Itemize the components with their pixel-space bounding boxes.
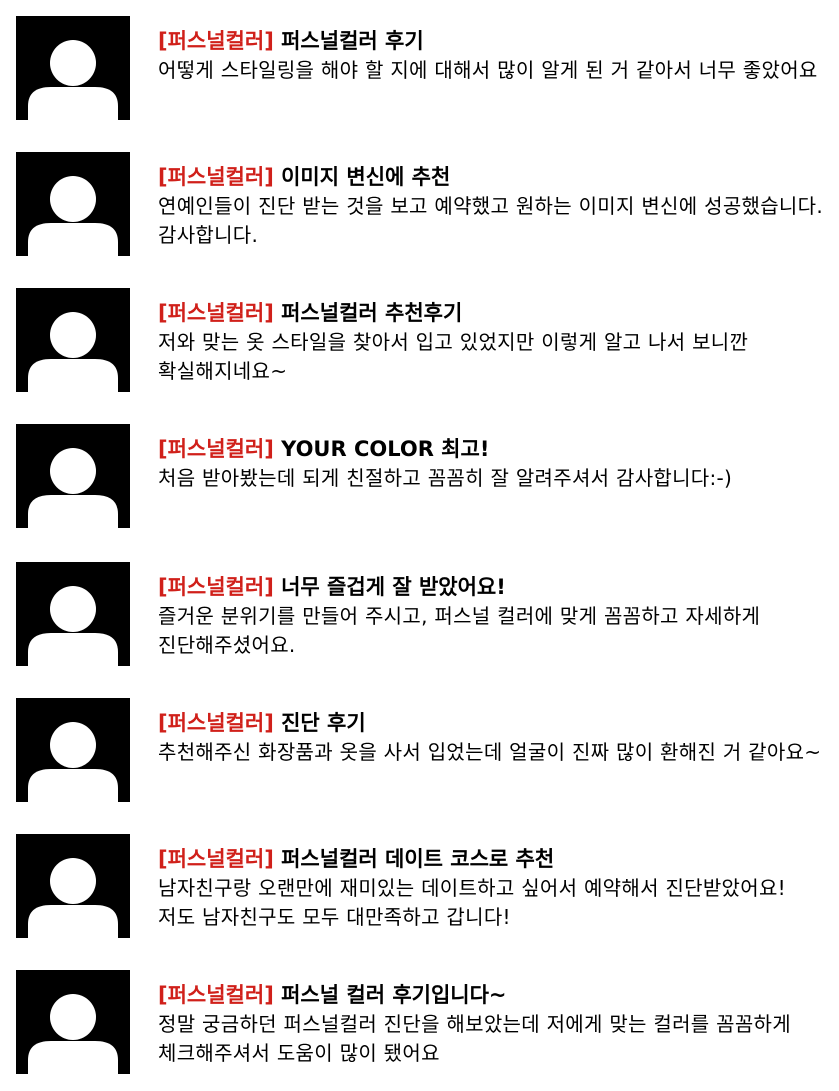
review-title-text: 이미지 변신에 추천	[281, 165, 451, 189]
avatar-graphic	[28, 312, 118, 392]
review-title[interactable]: [퍼스널컬러] 이미지 변신에 추천	[158, 162, 828, 192]
review-list: [퍼스널컬러] 퍼스널컬러 후기 어떻게 스타일링을 해야 할 지에 대해서 많…	[0, 0, 839, 1091]
review-item[interactable]: [퍼스널컬러] 퍼스널컬러 데이트 코스로 추천 남자친구랑 오랜만에 재미있는…	[0, 834, 839, 938]
review-text: [퍼스널컬러] 퍼스널컬러 후기 어떻게 스타일링을 해야 할 지에 대해서 많…	[158, 26, 828, 85]
review-title-text: 퍼스널컬러 후기	[281, 29, 424, 53]
review-body: 처음 받아봤는데 되게 친절하고 꼼꼼히 잘 알려주셔서 감사합니다:-)	[158, 466, 733, 490]
review-text: [퍼스널컬러] 이미지 변신에 추천 연예인들이 진단 받는 것을 보고 예약했…	[158, 162, 828, 250]
avatar-graphic	[28, 994, 118, 1074]
review-category-tag: [퍼스널컬러]	[158, 847, 274, 871]
user-silhouette-icon	[16, 16, 130, 120]
avatar-graphic	[28, 448, 118, 528]
review-category-tag: [퍼스널컬러]	[158, 437, 274, 461]
user-silhouette-icon	[16, 562, 130, 666]
review-category-tag: [퍼스널컬러]	[158, 575, 274, 599]
user-silhouette-icon	[16, 970, 130, 1074]
review-item[interactable]: [퍼스널컬러] 퍼스널컬러 후기 어떻게 스타일링을 해야 할 지에 대해서 많…	[0, 16, 839, 120]
avatar-graphic	[28, 40, 118, 120]
review-item[interactable]: [퍼스널컬러] 퍼스널 컬러 후기입니다~ 정말 궁금하던 퍼스널컬러 진단을 …	[0, 970, 839, 1074]
review-title[interactable]: [퍼스널컬러] 퍼스널컬러 추천후기	[158, 298, 828, 328]
review-body: 추천해주신 화장품과 옷을 사서 입었는데 얼굴이 진짜 많이 환해진 거 같아…	[158, 740, 822, 764]
review-category-tag: [퍼스널컬러]	[158, 301, 274, 325]
review-category-tag: [퍼스널컬러]	[158, 983, 274, 1007]
review-title-text: 진단 후기	[281, 711, 366, 735]
review-body: 즐거운 분위기를 만들어 주시고, 퍼스널 컬러에 맞게 꼼꼼하고 자세하게 진…	[158, 604, 761, 657]
review-text: [퍼스널컬러] 너무 즐겁게 잘 받았어요! 즐거운 분위기를 만들어 주시고,…	[158, 572, 828, 660]
review-item[interactable]: [퍼스널컬러] 너무 즐겁게 잘 받았어요! 즐거운 분위기를 만들어 주시고,…	[0, 562, 839, 666]
review-title[interactable]: [퍼스널컬러] 너무 즐겁게 잘 받았어요!	[158, 572, 828, 602]
review-body: 저와 맞는 옷 스타일을 찾아서 입고 있었지만 이렇게 알고 나서 보니깐 확…	[158, 330, 749, 383]
review-title[interactable]: [퍼스널컬러] 진단 후기	[158, 708, 828, 738]
review-text: [퍼스널컬러] 퍼스널 컬러 후기입니다~ 정말 궁금하던 퍼스널컬러 진단을 …	[158, 980, 828, 1068]
avatar-graphic	[28, 858, 118, 938]
review-title-text: 퍼스널 컬러 후기입니다~	[281, 983, 507, 1007]
review-title[interactable]: [퍼스널컬러] 퍼스널컬러 데이트 코스로 추천	[158, 844, 828, 874]
review-title[interactable]: [퍼스널컬러] 퍼스널컬러 후기	[158, 26, 828, 56]
user-silhouette-icon	[16, 834, 130, 938]
review-item[interactable]: [퍼스널컬러] 이미지 변신에 추천 연예인들이 진단 받는 것을 보고 예약했…	[0, 152, 839, 256]
review-text: [퍼스널컬러] 진단 후기 추천해주신 화장품과 옷을 사서 입었는데 얼굴이 …	[158, 708, 828, 767]
review-text: [퍼스널컬러] 퍼스널컬러 데이트 코스로 추천 남자친구랑 오랜만에 재미있는…	[158, 844, 828, 932]
review-category-tag: [퍼스널컬러]	[158, 29, 274, 53]
review-text: [퍼스널컬러] 퍼스널컬러 추천후기 저와 맞는 옷 스타일을 찾아서 입고 있…	[158, 298, 828, 386]
review-title-text: 너무 즐겁게 잘 받았어요!	[281, 575, 506, 599]
review-body: 연예인들이 진단 받는 것을 보고 예약했고 원하는 이미지 변신에 성공했습니…	[158, 194, 823, 247]
review-title-text: YOUR COLOR 최고!	[281, 437, 490, 461]
user-silhouette-icon	[16, 698, 130, 802]
review-category-tag: [퍼스널컬러]	[158, 165, 274, 189]
review-text: [퍼스널컬러] YOUR COLOR 최고! 처음 받아봤는데 되게 친절하고 …	[158, 434, 828, 493]
review-title[interactable]: [퍼스널컬러] 퍼스널 컬러 후기입니다~	[158, 980, 828, 1010]
avatar-graphic	[28, 586, 118, 666]
avatar-graphic	[28, 176, 118, 256]
review-item[interactable]: [퍼스널컬러] YOUR COLOR 최고! 처음 받아봤는데 되게 친절하고 …	[0, 424, 839, 528]
review-body: 남자친구랑 오랜만에 재미있는 데이트하고 싶어서 예약해서 진단받았어요! 저…	[158, 876, 786, 929]
review-title-text: 퍼스널컬러 데이트 코스로 추천	[281, 847, 555, 871]
review-category-tag: [퍼스널컬러]	[158, 711, 274, 735]
avatar-graphic	[28, 722, 118, 802]
user-silhouette-icon	[16, 152, 130, 256]
review-body: 어떻게 스타일링을 해야 할 지에 대해서 많이 알게 된 거 같아서 너무 좋…	[158, 58, 818, 82]
review-item[interactable]: [퍼스널컬러] 진단 후기 추천해주신 화장품과 옷을 사서 입었는데 얼굴이 …	[0, 698, 839, 802]
user-silhouette-icon	[16, 288, 130, 392]
review-title[interactable]: [퍼스널컬러] YOUR COLOR 최고!	[158, 434, 828, 464]
user-silhouette-icon	[16, 424, 130, 528]
review-body: 정말 궁금하던 퍼스널컬러 진단을 해보았는데 저에게 맞는 컬러를 꼼꼼하게 …	[158, 1012, 791, 1065]
review-title-text: 퍼스널컬러 추천후기	[281, 301, 463, 325]
review-item[interactable]: [퍼스널컬러] 퍼스널컬러 추천후기 저와 맞는 옷 스타일을 찾아서 입고 있…	[0, 288, 839, 392]
